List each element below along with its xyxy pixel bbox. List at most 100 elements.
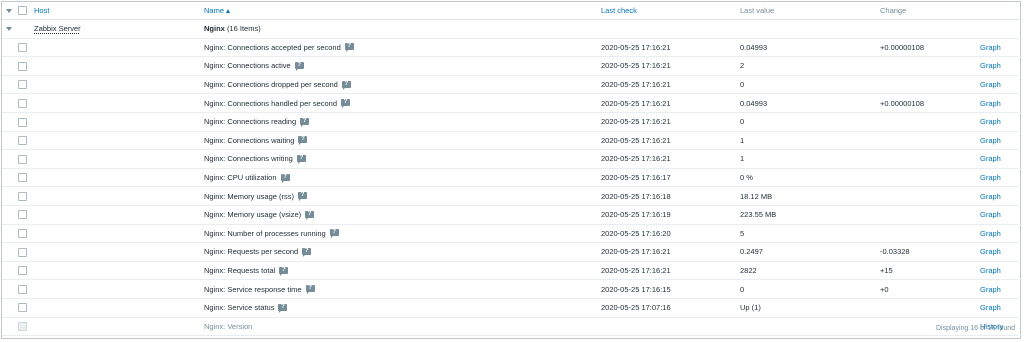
graph-link[interactable]: Graph (980, 117, 1001, 126)
row-checkbox (18, 322, 27, 332)
graph-link[interactable]: Graph (980, 229, 1001, 238)
graph-link[interactable]: Graph (980, 154, 1001, 163)
graph-link[interactable]: Graph (980, 99, 1001, 108)
item-name: Nginx: Memory usage (rss) (204, 191, 295, 201)
last-check-value: 2020-05-25 17:16:21 (601, 61, 671, 71)
item-description-icon[interactable] (280, 173, 290, 183)
last-value: 1 (740, 154, 745, 164)
item-description-icon[interactable] (298, 191, 308, 202)
item-name: Nginx: Connections handled per second (204, 98, 338, 108)
row-checkbox[interactable] (18, 136, 27, 146)
table-row: Nginx: Connections active 2020-05-25 17:1… (2, 56, 1022, 76)
item-description-icon[interactable] (298, 135, 308, 146)
item-description-icon[interactable] (302, 247, 312, 257)
last-check-value: 2020-05-25 17:16:21 (601, 247, 671, 257)
last-value: 1 (740, 135, 745, 145)
last-value: 2 (740, 61, 745, 71)
graph-link[interactable]: Graph (980, 173, 1001, 182)
row-checkbox[interactable] (18, 80, 27, 90)
row-checkbox[interactable] (18, 61, 27, 71)
item-name: Nginx: Connections dropped per second (204, 80, 338, 90)
last-check-value: 2020-05-25 17:16:21 (601, 154, 671, 164)
select-all-checkbox[interactable] (18, 6, 27, 16)
last-check-value: 2020-05-25 17:16:21 (601, 117, 671, 127)
row-checkbox[interactable] (18, 117, 27, 127)
graph-link[interactable]: Graph (980, 303, 1001, 312)
change-value: +15 (880, 266, 893, 276)
graph-link[interactable]: Graph (980, 61, 1001, 70)
item-description-icon[interactable] (305, 284, 315, 295)
last-check-value: 2020-05-25 17:16:15 (601, 284, 671, 294)
item-name: Nginx: Connections accepted per second (204, 42, 341, 52)
item-name: Nginx: Service response time (204, 284, 302, 294)
host-link[interactable]: Zabbix Server (34, 24, 81, 33)
item-name: Nginx: Service status (204, 303, 275, 313)
table-row: Nginx: Service status 2020-05-25 17:07:16… (2, 298, 1022, 318)
table-header-row: Host Name Last check Last value Change (2, 2, 1022, 20)
item-description-icon[interactable] (279, 266, 289, 276)
item-description-icon[interactable] (341, 98, 351, 109)
last-value: 0 % (740, 173, 753, 183)
expand-all-toggle[interactable] (2, 2, 16, 20)
row-checkbox[interactable] (18, 154, 27, 164)
row-checkbox[interactable] (18, 98, 27, 108)
graph-link[interactable]: Graph (980, 192, 1001, 201)
last-check-value: 2020-05-25 17:16:21 (601, 135, 671, 145)
item-description-icon[interactable] (344, 42, 354, 53)
group-name: Nginx (204, 24, 225, 34)
item-name: Nginx: CPU utilization (204, 173, 277, 183)
row-checkbox[interactable] (18, 43, 27, 53)
last-value: 0.04993 (740, 98, 768, 108)
last-value: 0 (740, 80, 745, 90)
row-checkbox[interactable] (18, 173, 27, 183)
change-value: +0 (880, 284, 889, 294)
last-value: 18.12 MB (740, 191, 773, 201)
column-change-header: Change (880, 6, 907, 15)
graph-link[interactable]: Graph (980, 247, 1001, 256)
graph-link[interactable]: Graph (980, 210, 1001, 219)
column-host-header[interactable]: Host (34, 6, 49, 15)
row-checkbox[interactable] (18, 247, 27, 257)
row-checkbox[interactable] (18, 266, 27, 276)
row-checkbox[interactable] (18, 210, 27, 220)
column-last-check-header[interactable]: Last check (601, 6, 637, 15)
column-name-header[interactable]: Name (204, 6, 224, 15)
item-description-icon[interactable] (296, 154, 306, 164)
graph-link[interactable]: Graph (980, 285, 1001, 294)
item-description-icon[interactable] (341, 80, 351, 90)
latest-data-table: Host Name Last check Last value Change Z… (2, 2, 1022, 337)
last-check-value: 2020-05-25 17:16:21 (601, 98, 671, 108)
table-row: Nginx: Memory usage (rss) 2020-05-25 17:1… (2, 186, 1022, 206)
row-checkbox[interactable] (18, 284, 27, 294)
item-name: Nginx: Connections writing (204, 154, 293, 164)
collapse-triangle-icon[interactable] (6, 27, 12, 32)
last-check-value: 2020-05-25 17:16:21 (601, 266, 671, 276)
row-checkbox[interactable] (18, 303, 27, 313)
change-value: -0.03328 (880, 247, 910, 257)
item-description-icon[interactable] (294, 61, 304, 71)
table-row: Nginx: Number of processes running 2020-0… (2, 224, 1022, 244)
table-row: Nginx: Connections handled per second 202… (2, 93, 1022, 113)
collapse-triangle-icon[interactable] (6, 9, 12, 14)
item-name: Nginx: Connections active (204, 61, 291, 71)
item-description-icon[interactable] (300, 117, 310, 127)
graph-link[interactable]: Graph (980, 266, 1001, 275)
column-last-value-header: Last value (740, 6, 775, 15)
group-expand-toggle[interactable] (2, 19, 16, 39)
last-value: 0 (740, 117, 745, 127)
row-checkbox[interactable] (18, 229, 27, 239)
last-value: 0.2497 (740, 247, 763, 257)
table-row: Nginx: Connections writing 2020-05-25 17:… (2, 149, 1022, 169)
row-checkbox[interactable] (18, 191, 27, 201)
item-name: Nginx: Requests per second (204, 247, 299, 257)
item-description-icon[interactable] (329, 228, 339, 239)
item-description-icon[interactable] (305, 210, 315, 220)
graph-link[interactable]: Graph (980, 80, 1001, 89)
change-value: +0.00000108 (880, 42, 925, 52)
item-description-icon[interactable] (278, 303, 288, 313)
last-value: 0 (740, 284, 745, 294)
graph-link[interactable]: Graph (980, 136, 1001, 145)
table-row: Nginx: Memory usage (vsize) 2020-05-25 17… (2, 205, 1022, 225)
graph-link[interactable]: Graph (980, 43, 1001, 52)
last-check-value: 2020-05-25 17:07:16 (601, 303, 671, 313)
